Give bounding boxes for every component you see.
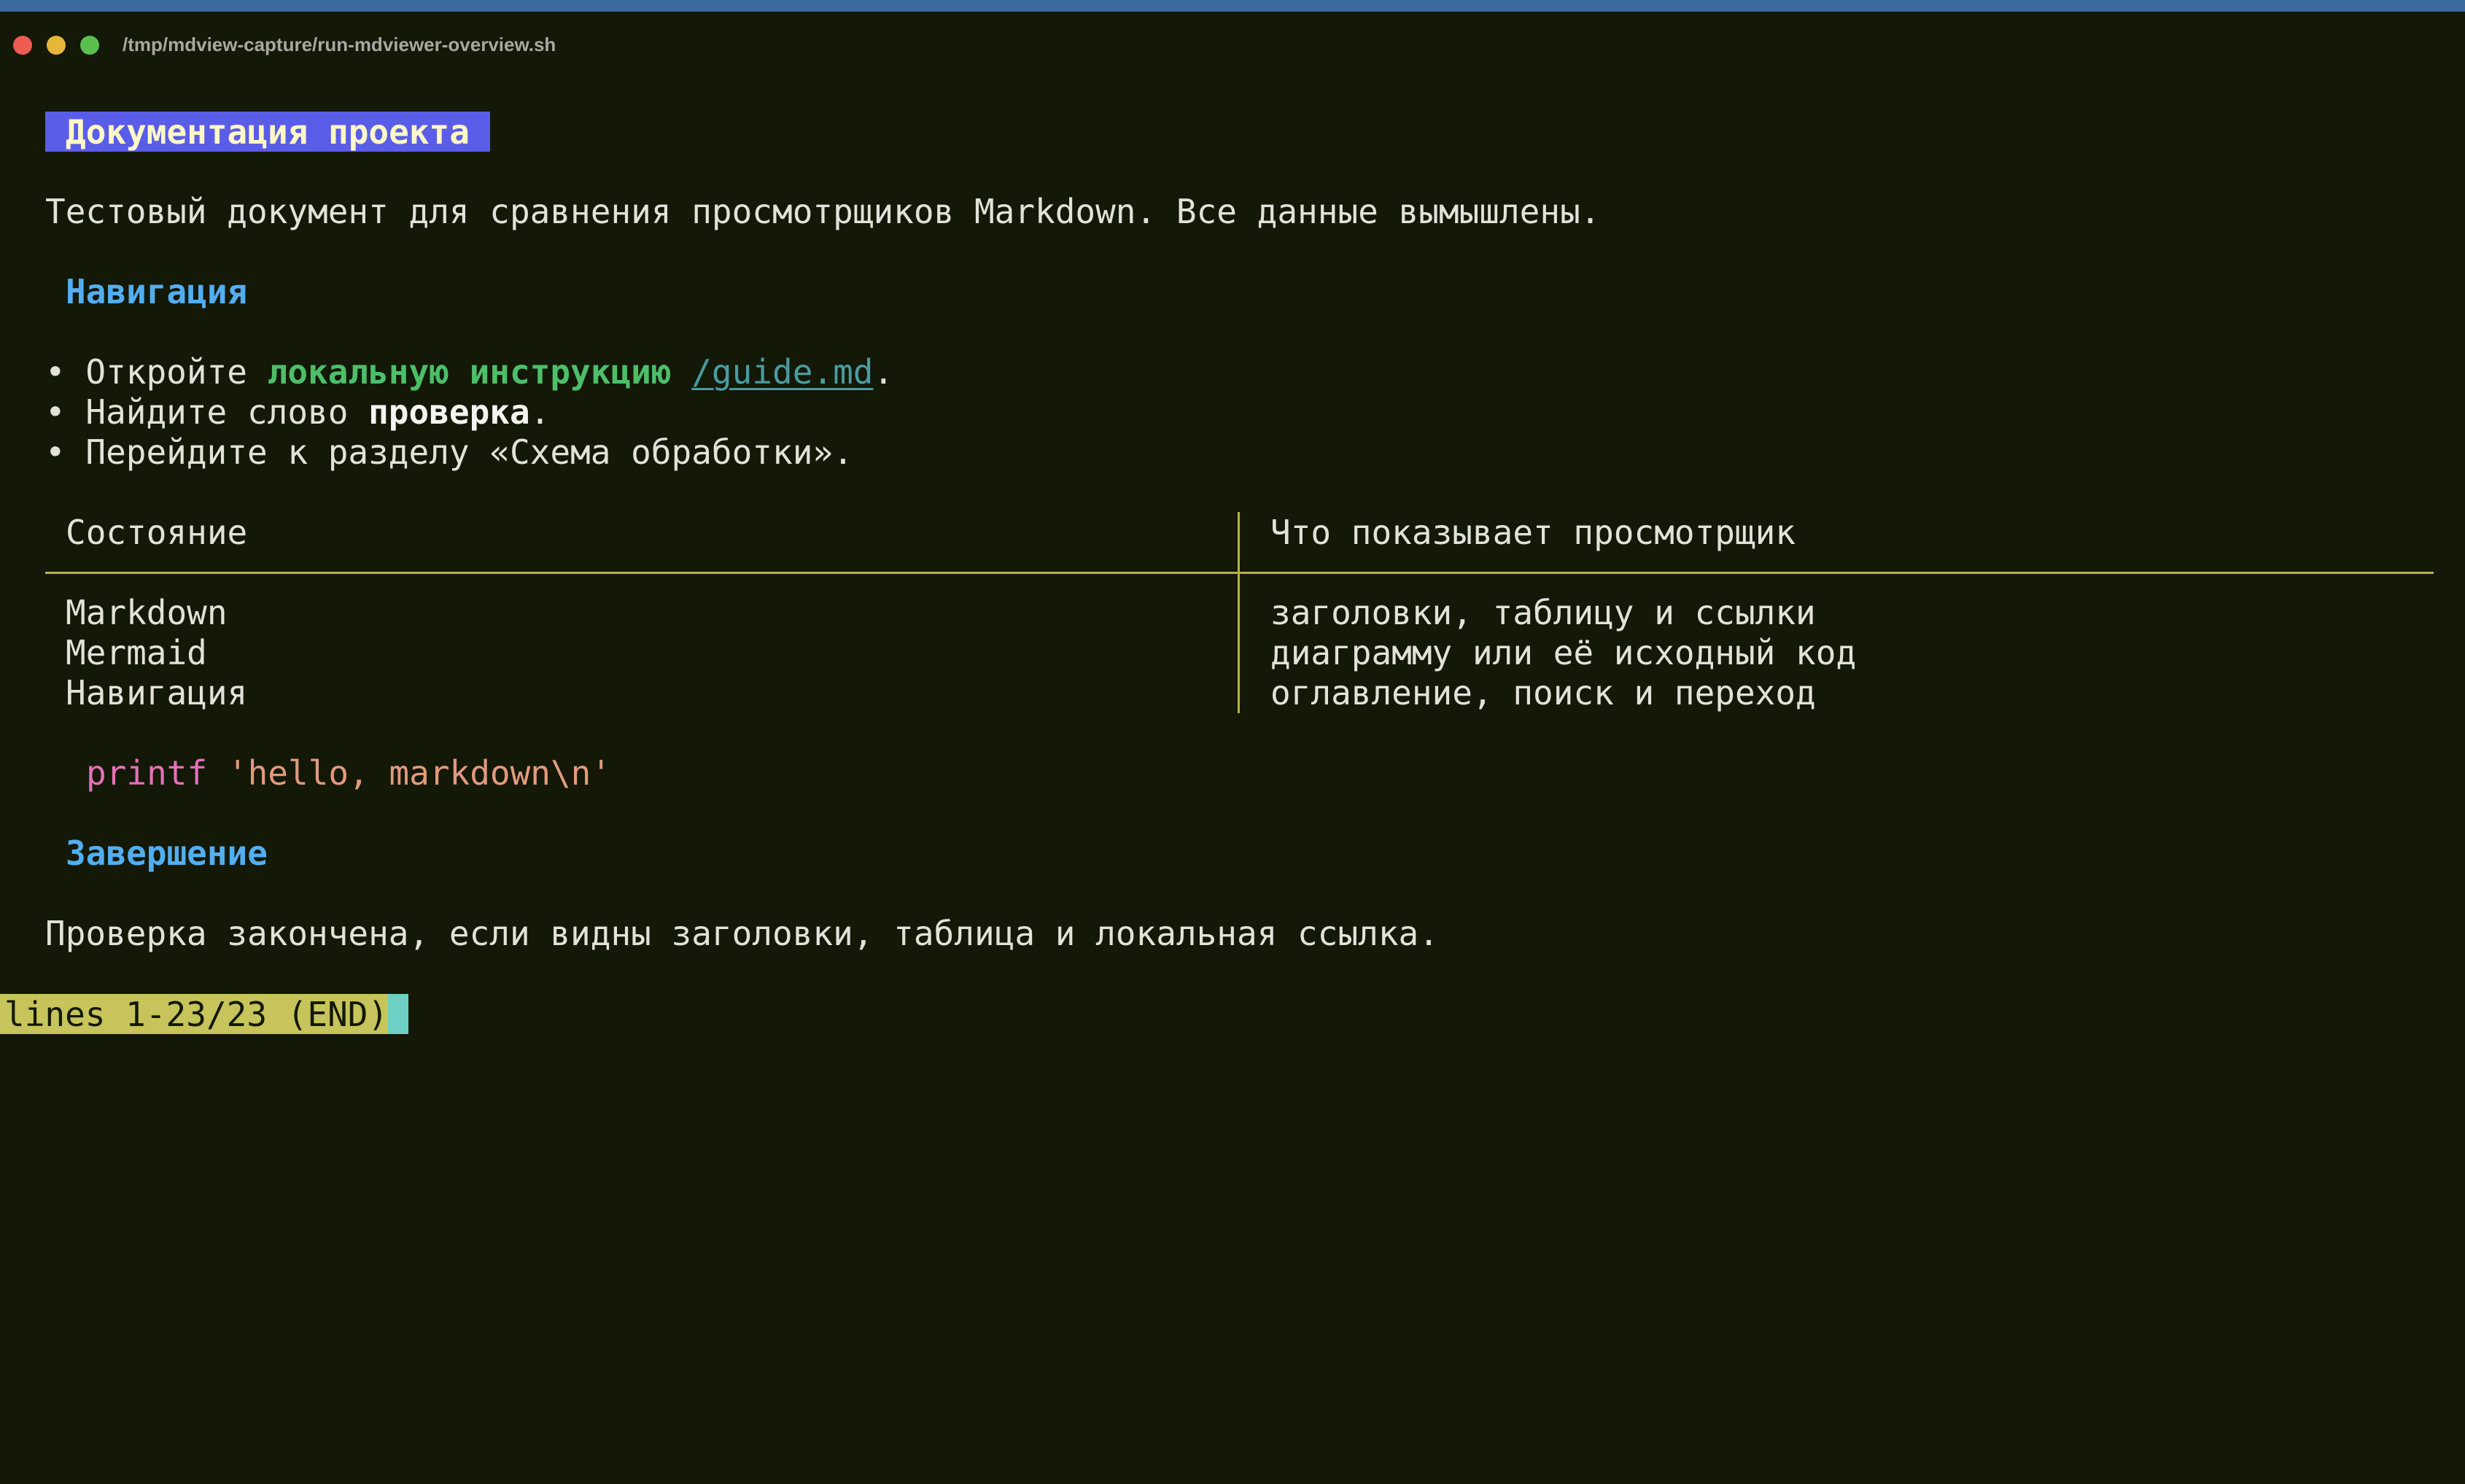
table-cell-row3-state: Навигация	[66, 673, 248, 712]
table-header-viewer-shows: Что показывает просмотрщик	[1270, 513, 1796, 552]
code-string: 'hello, markdown\n'	[227, 753, 612, 793]
table-cell-row1-desc: заголовки, таблицу и ссылки	[1270, 593, 1816, 632]
table-cell-row1-state: Markdown	[66, 593, 228, 632]
code-block: printf 'hello, markdown\n'	[86, 753, 611, 793]
terminal-content[interactable]: Документация проекта Тестовый документ д…	[0, 0, 2465, 1484]
bullet-go-section: • Перейдите к разделу «Схема обработки».	[45, 432, 853, 472]
text-cursor	[388, 994, 409, 1034]
outro-paragraph: Проверка закончена, если видны заголовки…	[45, 914, 1439, 953]
space-separator	[672, 352, 692, 392]
document-title: Документация проекта	[45, 112, 490, 152]
bullet-find-word-prefix: • Найдите слово	[45, 392, 369, 432]
bullet-open-guide-suffix: .	[873, 352, 894, 392]
pager-status-line: lines 1-23/23 (END)	[0, 994, 409, 1034]
intro-paragraph: Тестовый документ для сравнения просмотр…	[45, 192, 1601, 231]
local-guide-emphasis: локальную инструкцию	[267, 352, 672, 392]
heading-completion: Завершение	[66, 834, 268, 873]
guide-link[interactable]: /guide.md	[691, 352, 873, 392]
word-check-bold: проверка	[368, 392, 530, 432]
table-cell-row3-desc: оглавление, поиск и переход	[1270, 673, 1816, 712]
bullet-open-guide: • Откройте локальную инструкцию /guide.m…	[45, 352, 893, 392]
bullet-open-guide-prefix: • Откройте	[45, 352, 268, 392]
terminal-window: /tmp/mdview-capture/run-mdviewer-overvie…	[0, 0, 2465, 1484]
table-header-state: Состояние	[66, 513, 248, 552]
bullet-find-word: • Найдите слово проверка.	[45, 392, 550, 432]
pager-status-text: lines 1-23/23 (END)	[4, 995, 389, 1034]
table-cell-row2-desc: диаграмму или её исходный код	[1270, 633, 1857, 672]
bullet-find-word-suffix: .	[529, 392, 551, 432]
table-header-rule	[45, 572, 2434, 574]
table-column-divider	[1238, 512, 1240, 713]
table-cell-row2-state: Mermaid	[66, 633, 207, 672]
heading-navigation: Навигация	[66, 272, 248, 311]
code-keyword: printf	[86, 753, 208, 793]
